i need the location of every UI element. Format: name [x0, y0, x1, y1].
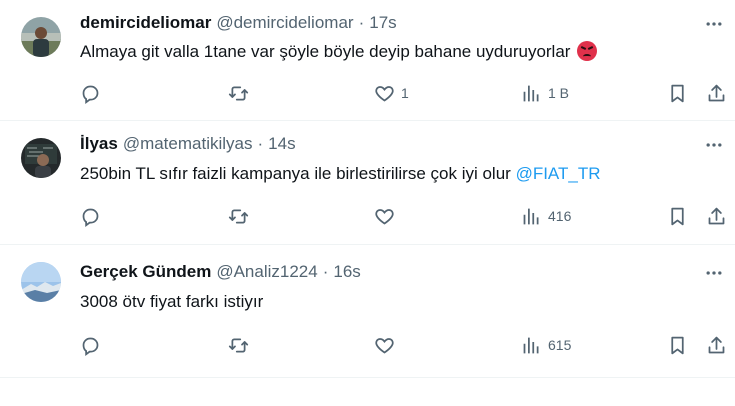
bookmark-button[interactable]: [667, 333, 688, 357]
retweet-icon: [228, 209, 249, 223]
tweet-header: Gerçek Gündem @Analiz1224 · 16s: [80, 262, 361, 282]
timestamp[interactable]: 14s: [268, 134, 295, 154]
like-count: 1: [401, 85, 409, 101]
avatar[interactable]: [21, 138, 61, 178]
tweet-text: 3008 ötv fiyat farkı istiyır: [80, 290, 695, 314]
views-button[interactable]: 1 B: [521, 81, 569, 105]
retweet-icon: [228, 338, 249, 352]
more-icon[interactable]: [703, 135, 725, 155]
share-icon: [708, 336, 725, 353]
share-button[interactable]: [706, 81, 727, 105]
views-count: 1 B: [548, 85, 570, 101]
views-count: 416: [548, 208, 572, 224]
like-button[interactable]: [374, 333, 401, 357]
tweet-text-body: 250bin TL sıfır faizli kampanya ile birl…: [80, 164, 511, 183]
like-button[interactable]: 1: [374, 81, 409, 105]
bookmark-icon: [671, 84, 684, 102]
views-button[interactable]: 416: [521, 204, 571, 228]
share-icon: [708, 84, 725, 101]
display-name[interactable]: İlyas: [80, 134, 118, 154]
share-icon: [708, 207, 725, 224]
tweet-header: demircideliomar @demircideliomar · 17s: [80, 13, 397, 33]
bookmark-button[interactable]: [667, 81, 688, 105]
avatar[interactable]: [21, 17, 61, 57]
retweet-button[interactable]: [228, 81, 249, 105]
retweet-button[interactable]: [228, 333, 249, 357]
heart-icon: [375, 337, 394, 354]
tweet[interactable]: demircideliomar @demircideliomar · 17s A…: [0, 0, 735, 121]
separator-dot: ·: [322, 262, 329, 281]
views-button[interactable]: 615: [521, 333, 571, 357]
reply-button[interactable]: [80, 333, 101, 357]
views-chart-icon: [523, 208, 539, 224]
separator-dot: ·: [358, 13, 365, 32]
views-chart-icon: [523, 85, 539, 101]
tweet-text-body: 3008 ötv fiyat farkı istiyır: [80, 292, 264, 311]
bookmark-icon: [671, 336, 684, 354]
user-handle[interactable]: @matematikilyas: [123, 134, 253, 154]
reply-icon: [82, 208, 99, 227]
tweet-text: Almaya git valla 1tane var şöyle böyle d…: [80, 40, 695, 64]
more-icon[interactable]: [703, 263, 725, 283]
tweet[interactable]: İlyas @matematikilyas · 14s 250bin TL sı…: [0, 121, 735, 245]
share-button[interactable]: [706, 204, 727, 228]
reply-icon: [82, 85, 99, 104]
angry-face-emoji-icon: [577, 41, 598, 61]
display-name[interactable]: demircideliomar: [80, 13, 211, 33]
user-handle[interactable]: @Analiz1224: [216, 262, 317, 282]
tweet-header: İlyas @matematikilyas · 14s: [80, 134, 296, 154]
views-chart-icon: [523, 337, 539, 353]
user-handle[interactable]: @demircideliomar: [216, 13, 353, 33]
more-icon[interactable]: [703, 14, 725, 34]
tweet-actions: 615: [0, 333, 735, 357]
bookmark-button[interactable]: [667, 204, 688, 228]
tweet-text: 250bin TL sıfır faizli kampanya ile birl…: [80, 162, 695, 186]
retweet-button[interactable]: [228, 204, 249, 228]
bookmark-icon: [671, 207, 684, 225]
heart-icon: [375, 208, 394, 225]
reply-icon: [82, 337, 99, 356]
timestamp[interactable]: 16s: [333, 262, 360, 282]
like-button[interactable]: [374, 204, 401, 228]
timestamp[interactable]: 17s: [369, 13, 396, 33]
separator-dot: ·: [257, 134, 264, 153]
retweet-icon: [228, 86, 249, 100]
views-count: 615: [548, 337, 572, 353]
reply-button[interactable]: [80, 204, 101, 228]
tweet-actions: 416: [0, 204, 735, 228]
share-button[interactable]: [706, 333, 727, 357]
avatar[interactable]: [21, 262, 61, 302]
timeline: demircideliomar @demircideliomar · 17s A…: [0, 0, 735, 406]
tweet[interactable]: Gerçek Gündem @Analiz1224 · 16s 3008 ötv…: [0, 245, 735, 378]
tweet-actions: 1 1 B: [0, 81, 735, 105]
reply-button[interactable]: [80, 81, 101, 105]
display-name[interactable]: Gerçek Gündem: [80, 262, 211, 282]
mention-link[interactable]: @FIAT_TR: [516, 164, 601, 183]
tweet-text-body: Almaya git valla 1tane var şöyle böyle d…: [80, 42, 571, 61]
heart-icon: [375, 85, 394, 102]
